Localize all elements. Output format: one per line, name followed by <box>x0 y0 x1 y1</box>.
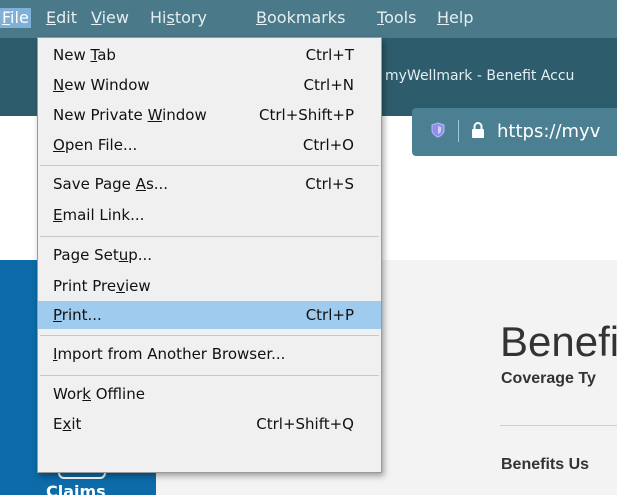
menu-item-page-setup-access-key: u <box>118 246 129 264</box>
menu-tools-access-key: T <box>377 8 385 27</box>
menu-history-label-start: Hi <box>150 8 167 27</box>
menu-item-new-window[interactable]: New Window Ctrl+N <box>38 71 381 99</box>
menu-edit-access-key: E <box>46 8 57 27</box>
menu-item-page-setup-label-start: Page Set <box>53 246 119 264</box>
page-title: Benefi <box>500 318 617 365</box>
tracking-protection-shield-icon[interactable] <box>430 122 446 138</box>
menu-bookmarks[interactable]: Bookmarks <box>256 8 345 28</box>
menu-item-print-preview-label: Print Preview <box>53 277 151 295</box>
menu-help-label: elp <box>449 8 474 27</box>
shortcut: Ctrl+O <box>302 136 354 154</box>
menu-help-access-key: H <box>437 8 450 27</box>
menu-item-new-tab-label: New Tab <box>53 46 116 64</box>
tab-title[interactable]: myWellmark - Benefit Accu <box>385 68 574 84</box>
menu-tools[interactable]: Tools <box>377 8 416 28</box>
menu-item-open-file[interactable]: Open File... Ctrl+O <box>38 131 381 159</box>
menu-item-print-access-key: P <box>53 306 62 324</box>
menu-item-new-tab-label-start: New <box>53 46 91 64</box>
menu-item-new-private-window-access-key: W <box>147 106 163 124</box>
menu-item-import-from-browser[interactable]: Import from Another Browser... <box>38 340 381 368</box>
menu-history-access-key: s <box>166 8 175 27</box>
menu-item-exit[interactable]: Exit Ctrl+Shift+Q <box>38 410 381 438</box>
menu-edit[interactable]: Edit <box>46 8 77 28</box>
shortcut: Ctrl+Shift+P <box>259 106 354 124</box>
menu-file[interactable]: File <box>0 8 31 28</box>
menu-item-print-preview-label-start: Print Pre <box>53 277 117 295</box>
menu-edit-label: dit <box>56 8 77 27</box>
benefits-used-label: Benefits Us <box>501 456 590 473</box>
menu-item-exit-label-end: it <box>71 415 82 433</box>
menu-item-work-offline-label-start: Wor <box>53 385 83 403</box>
content-divider <box>500 425 617 426</box>
lock-icon[interactable] <box>470 121 486 139</box>
url-text[interactable]: https://myv <box>497 121 600 142</box>
menu-item-work-offline-access-key: k <box>82 385 91 403</box>
shortcut: Ctrl+T <box>305 46 354 64</box>
menu-separator <box>40 375 379 376</box>
menu-item-new-private-window-label-end: indow <box>162 106 207 124</box>
file-menu-dropdown: New Tab Ctrl+T New Window Ctrl+N New Pri… <box>37 37 382 473</box>
url-bar-divider <box>458 120 459 142</box>
menu-item-save-page-as-access-key: A <box>135 175 146 193</box>
menu-item-import-from-browser-label: Import from Another Browser... <box>53 345 285 363</box>
shortcut: Ctrl+S <box>305 175 354 193</box>
menu-item-save-page-as-label-end: s... <box>145 175 169 193</box>
menu-item-import-from-browser-label-end: mport from Another Browser... <box>57 345 286 363</box>
shortcut: Ctrl+Shift+Q <box>256 415 354 433</box>
menu-item-open-file-label: Open File... <box>53 136 137 154</box>
menu-history[interactable]: History <box>150 8 207 28</box>
menu-help[interactable]: Help <box>437 8 473 28</box>
menu-item-print[interactable]: Print... Ctrl+P <box>38 301 381 329</box>
menu-item-work-offline-label-end: Offline <box>90 385 145 403</box>
menu-bookmarks-label: ookmarks <box>266 8 346 27</box>
menu-item-new-window-label: New Window <box>53 76 150 94</box>
menu-item-page-setup-label: Page Setup... <box>53 246 152 264</box>
menu-item-new-private-window-label: New Private Window <box>53 106 207 124</box>
shortcut: Ctrl+N <box>303 76 354 94</box>
coverage-type-label: Coverage Ty <box>501 370 596 387</box>
menu-item-print-label-end: rint... <box>61 306 102 324</box>
menu-item-exit-label: Exit <box>53 415 81 433</box>
menu-view-label: iew <box>101 8 129 27</box>
menu-item-new-private-window-label-start: New Private <box>53 106 148 124</box>
menu-view[interactable]: View <box>91 8 129 28</box>
menu-tools-label: ools <box>384 8 417 27</box>
menu-item-save-page-as-label: Save Page As... <box>53 175 168 193</box>
menu-item-page-setup[interactable]: Page Setup... <box>38 241 381 269</box>
menu-view-access-key: V <box>91 8 102 27</box>
menu-item-print-preview-access-key: v <box>116 277 126 295</box>
menu-item-save-page-as-label-start: Save Page <box>53 175 136 193</box>
menu-item-print-preview-label-end: iew <box>125 277 151 295</box>
menu-item-print-preview[interactable]: Print Preview <box>38 272 381 300</box>
menu-item-new-tab-label-end: ab <box>97 46 116 64</box>
menu-item-work-offline-label: Work Offline <box>53 385 145 403</box>
menu-item-work-offline[interactable]: Work Offline <box>38 380 381 408</box>
menu-item-email-link-label: Email Link... <box>53 206 144 224</box>
menu-separator <box>40 165 379 166</box>
menu-item-open-file-label-end: pen File... <box>64 136 138 154</box>
menu-item-new-tab[interactable]: New Tab Ctrl+T <box>38 41 381 69</box>
menu-item-new-window-access-key: N <box>53 76 65 94</box>
menu-separator <box>40 236 379 237</box>
menu-file-label: ile <box>10 8 29 27</box>
menu-separator <box>40 335 379 336</box>
menu-bookmarks-access-key: B <box>256 8 267 27</box>
menu-file-access-key: F <box>2 8 11 27</box>
menu-item-print-label: Print... <box>53 306 102 324</box>
menu-item-page-setup-label-end: p... <box>128 246 153 264</box>
menu-item-email-link[interactable]: Email Link... <box>38 201 381 229</box>
menu-history-label-end: tory <box>174 8 207 27</box>
menu-item-open-file-access-key: O <box>53 136 65 154</box>
shortcut: Ctrl+P <box>305 306 354 324</box>
menu-item-email-link-label-end: mail Link... <box>62 206 145 224</box>
menu-bar: File Edit View History Bookmarks Tools H… <box>0 0 617 38</box>
sidebar-item-claims[interactable]: Claims <box>46 482 106 501</box>
menu-item-new-window-label-end: ew Window <box>64 76 150 94</box>
menu-item-save-page-as[interactable]: Save Page As... Ctrl+S <box>38 170 381 198</box>
menu-item-new-private-window[interactable]: New Private Window Ctrl+Shift+P <box>38 101 381 129</box>
